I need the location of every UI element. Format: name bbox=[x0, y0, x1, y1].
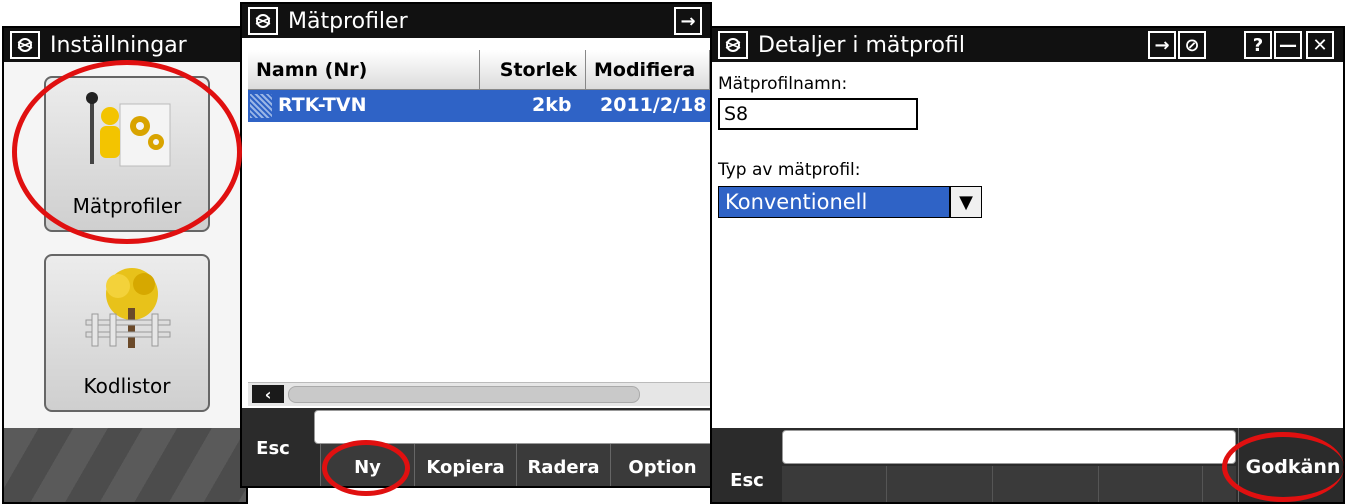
esc-button[interactable]: Esc bbox=[712, 454, 782, 502]
tree-fence-icon bbox=[80, 264, 176, 358]
cancel-icon[interactable]: ⊘ bbox=[1178, 31, 1206, 59]
trimble-logo-icon bbox=[718, 31, 748, 59]
tile-code-lists-label: Kodlistor bbox=[83, 374, 171, 398]
status-strip bbox=[314, 410, 710, 444]
column-header-modified[interactable]: Modifiera bbox=[586, 50, 710, 90]
copy-button[interactable]: Kopiera bbox=[414, 444, 516, 486]
scroll-thumb[interactable] bbox=[288, 386, 640, 403]
minimize-icon[interactable]: — bbox=[1274, 31, 1302, 59]
details-title: Detaljer i mätprofil bbox=[758, 32, 965, 58]
profile-type-label: Typ av mätprofil: bbox=[718, 160, 861, 180]
row-modified: 2011/2/18 bbox=[600, 94, 707, 116]
settings-window: Inställningar Mätprofiler Kodlistor bbox=[2, 26, 248, 504]
close-icon[interactable]: ✕ bbox=[1306, 31, 1334, 59]
details-titlebar: Detaljer i mätprofil → ⊘ ? — ✕ bbox=[712, 28, 1343, 62]
tile-survey-profiles-label: Mätprofiler bbox=[72, 194, 182, 218]
esc-button[interactable]: Esc bbox=[242, 430, 304, 486]
accept-button[interactable]: Godkänn bbox=[1238, 428, 1343, 502]
survey-profile-icon bbox=[80, 90, 176, 178]
chevron-down-icon[interactable]: ▼ bbox=[950, 186, 982, 218]
switch-app-icon[interactable]: → bbox=[674, 7, 702, 35]
softkey-row bbox=[782, 466, 1236, 502]
tile-survey-profiles[interactable]: Mätprofiler bbox=[44, 76, 210, 232]
chevron-left-icon: ‹ bbox=[264, 384, 272, 404]
help-icon[interactable]: ? bbox=[1244, 31, 1272, 59]
column-header-name[interactable]: Namn (Nr) bbox=[248, 50, 480, 90]
row-marker bbox=[250, 94, 272, 118]
settings-titlebar: Inställningar bbox=[4, 28, 246, 62]
row-name: RTK-TVN bbox=[278, 94, 367, 116]
row-size: 2kb bbox=[532, 94, 572, 116]
settings-bottom-bar bbox=[4, 428, 246, 502]
profiles-title: Mätprofiler bbox=[288, 8, 408, 34]
profile-details-window: Detaljer i mätprofil → ⊘ ? — ✕ Mätprofil… bbox=[710, 26, 1345, 504]
new-button[interactable]: Ny bbox=[320, 444, 414, 486]
horizontal-scrollbar[interactable]: ‹ bbox=[248, 382, 710, 406]
profiles-titlebar: Mätprofiler → bbox=[242, 4, 710, 38]
profile-name-label: Mätprofilnamn: bbox=[718, 74, 848, 94]
switch-app-icon[interactable]: → bbox=[1148, 31, 1176, 59]
table-row[interactable]: RTK-TVN 2kb 2011/2/18 bbox=[248, 90, 710, 122]
settings-title: Inställningar bbox=[50, 32, 187, 58]
trimble-logo-icon bbox=[10, 31, 40, 59]
column-header-size[interactable]: Storlek bbox=[480, 50, 586, 90]
status-strip bbox=[782, 430, 1236, 464]
screenshot-collage: Inställningar Mätprofiler Kodlistor Mätp… bbox=[0, 0, 1345, 504]
scroll-left-button[interactable]: ‹ bbox=[252, 384, 284, 404]
profile-name-field[interactable]: S8 bbox=[718, 98, 918, 130]
trimble-logo-icon bbox=[248, 7, 278, 35]
profile-type-select[interactable]: Konventionell bbox=[718, 186, 950, 218]
profiles-window: Mätprofiler → Namn (Nr) Storlek Modifier… bbox=[240, 2, 712, 488]
delete-button[interactable]: Radera bbox=[516, 444, 610, 486]
tile-code-lists[interactable]: Kodlistor bbox=[44, 254, 210, 412]
options-button[interactable]: Option bbox=[610, 444, 710, 486]
